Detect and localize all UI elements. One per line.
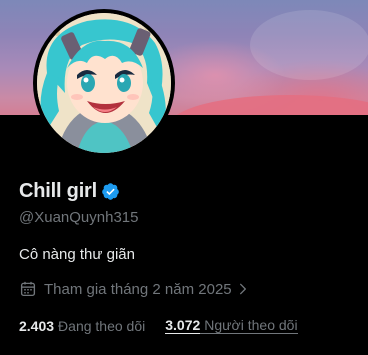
joined-date-label: Tham gia tháng 2 năm 2025 — [44, 280, 232, 298]
following-count: 2.403 — [19, 317, 55, 334]
followers-count: 3.072 — [165, 317, 201, 334]
banner-glow — [250, 10, 368, 80]
avatar-image — [37, 13, 171, 153]
followers-link[interactable]: 3.072 Người theo dõi — [165, 317, 298, 334]
calendar-icon — [20, 281, 36, 297]
banner-hill — [170, 95, 368, 115]
profile-handle: @XuanQuynh315 — [19, 209, 139, 226]
chevron-right-icon — [239, 283, 246, 295]
name-row: Chill girl — [19, 180, 120, 203]
verified-badge-icon[interactable] — [101, 182, 120, 201]
joined-date[interactable]: Tham gia tháng 2 năm 2025 — [19, 280, 250, 298]
following-label: Đang theo dõi — [58, 317, 146, 334]
follow-stats: 2.403 Đang theo dõi 3.072 Người theo dõi — [19, 317, 318, 334]
display-name: Chill girl — [19, 180, 98, 202]
profile-avatar[interactable] — [33, 9, 175, 157]
followers-label: Người theo dõi — [204, 317, 298, 333]
following-link[interactable]: 2.403 Đang theo dõi — [19, 318, 145, 334]
avatar-illustration — [37, 13, 171, 153]
profile-bio: Cô nàng thư giãn — [19, 246, 135, 263]
